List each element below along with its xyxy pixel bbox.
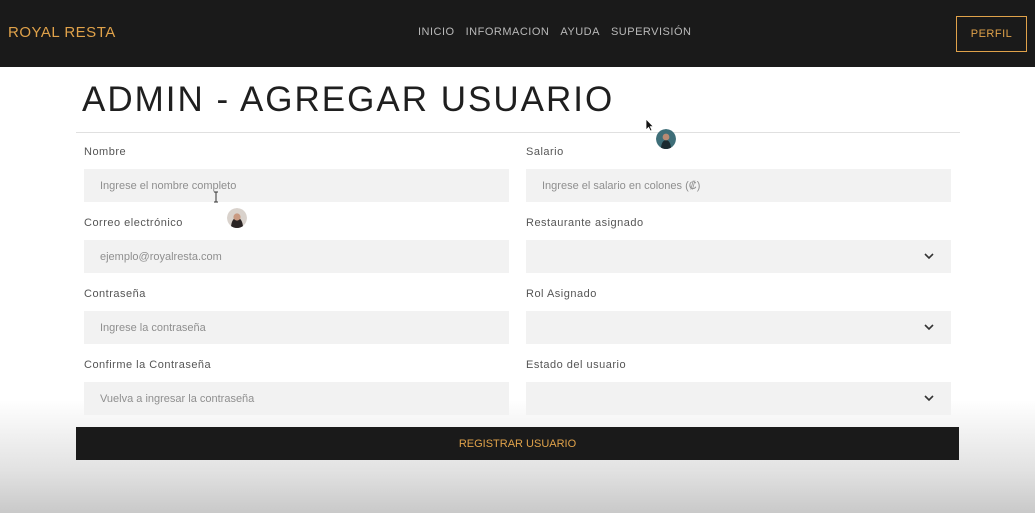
text-cursor-icon [214,191,218,203]
nombre-label: Nombre [84,146,127,158]
avatar [227,208,247,228]
restaurante-field: Restaurante asignado [526,217,951,273]
salario-label: Salario [526,146,564,158]
nombre-field: Nombre [84,146,509,202]
correo-label: Correo electrónico [84,217,183,229]
nav-link-supervision[interactable]: SUPERVISIÓN [611,26,692,38]
salario-field: Salario [526,146,951,202]
chevron-down-icon [924,253,934,260]
estado-select[interactable] [526,382,951,415]
nav-links: INICIO INFORMACION AYUDA SUPERVISIÓN [418,26,691,38]
salario-input[interactable] [526,169,951,202]
nav-link-ayuda[interactable]: AYUDA [560,26,600,38]
estado-field: Estado del usuario [526,359,951,415]
correo-field: Correo electrónico [84,217,509,273]
registrar-usuario-button[interactable]: REGISTRAR USUARIO [76,427,959,460]
confirmar-input[interactable] [84,382,509,415]
contrasena-field: Contraseña [84,288,509,344]
nav-link-inicio[interactable]: INICIO [418,26,455,38]
title-divider [76,132,960,133]
nombre-input[interactable] [84,169,509,202]
nav-link-informacion[interactable]: INFORMACION [466,26,550,38]
top-navbar: ROYAL RESTA INICIO INFORMACION AYUDA SUP… [0,0,1035,67]
restaurante-label: Restaurante asignado [526,217,644,229]
contrasena-input[interactable] [84,311,509,344]
mouse-pointer-icon [645,118,654,132]
contrasena-label: Contraseña [84,288,146,300]
restaurante-select[interactable] [526,240,951,273]
brand-logo[interactable]: ROYAL RESTA [8,24,116,41]
confirmar-label: Confirme la Contraseña [84,359,212,371]
rol-select[interactable] [526,311,951,344]
profile-button[interactable]: PERFIL [956,16,1027,52]
rol-label: Rol Asignado [526,288,597,300]
estado-label: Estado del usuario [526,359,627,371]
chevron-down-icon [924,324,934,331]
chevron-down-icon [924,395,934,402]
rol-field: Rol Asignado [526,288,951,344]
page-title: ADMIN - AGREGAR USUARIO [82,80,615,119]
correo-input[interactable] [84,240,509,273]
confirmar-field: Confirme la Contraseña [84,359,509,415]
avatar [656,129,676,149]
